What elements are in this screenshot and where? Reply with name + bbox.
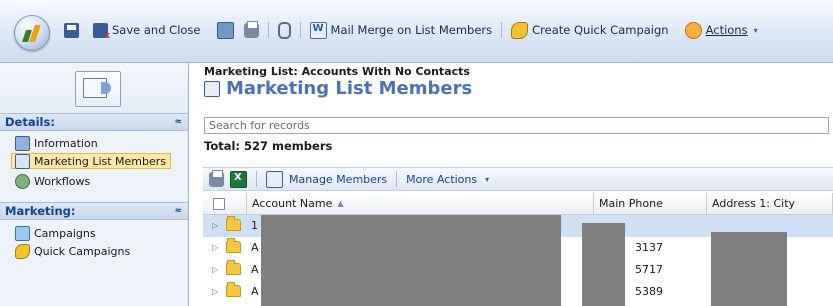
- left-navigation: Details: ≈ Information Marketing List Me…: [0, 113, 189, 306]
- nav-item-label: Information: [34, 136, 98, 150]
- nav-item-information[interactable]: Information: [12, 135, 101, 151]
- expand-row-icon[interactable]: ▷: [212, 243, 218, 252]
- redaction-block: [711, 232, 787, 306]
- grid-toolbar: Manage Members More Actions ▾: [203, 167, 833, 191]
- main-phone-cell: 3137: [635, 241, 663, 254]
- toolbar-separator: [267, 22, 269, 38]
- more-actions-button[interactable]: More Actions: [406, 173, 477, 186]
- main-content: Marketing List: Accounts With No Contact…: [189, 63, 833, 306]
- ribbon-toolbar: Save and Close Mail Merge on List Member…: [0, 0, 833, 63]
- actions-icon: [684, 21, 702, 39]
- column-header-label: Account Name: [252, 197, 333, 210]
- main-phone-cell: 5389: [635, 285, 663, 298]
- folder-icon: [226, 216, 241, 231]
- nav-item-label: Campaigns: [34, 226, 96, 240]
- collapse-icon[interactable]: ≈: [174, 117, 182, 127]
- folder-icon: [226, 238, 241, 253]
- toolbar-separator: [501, 22, 503, 38]
- grid-header: Account Name ▲ Main Phone Address 1: Cit…: [203, 193, 833, 215]
- column-header-city[interactable]: Address 1: City: [706, 193, 833, 214]
- toolbar-separator: [299, 22, 301, 38]
- toolbar-separator: [396, 171, 398, 187]
- mail-merge-icon: [309, 21, 327, 39]
- quick-campaigns-icon: [15, 243, 30, 259]
- column-header-main-phone[interactable]: Main Phone: [593, 193, 706, 214]
- page-title: Marketing List Members: [226, 78, 473, 99]
- account-name-cell: A: [251, 241, 259, 254]
- search-input[interactable]: [204, 117, 829, 134]
- nav-item-campaigns[interactable]: Campaigns: [12, 225, 99, 241]
- nav-item-label: Marketing List Members: [34, 154, 167, 168]
- export-excel-icon[interactable]: [230, 170, 247, 188]
- nav-section-details[interactable]: Details: ≈: [0, 113, 188, 131]
- save-icon[interactable]: [64, 22, 79, 38]
- folder-icon: [226, 260, 241, 275]
- nav-section-marketing[interactable]: Marketing: ≈: [0, 202, 188, 220]
- sort-ascending-icon: ▲: [337, 199, 344, 208]
- redaction-block: [582, 223, 625, 306]
- record-count: Total: 527 members: [204, 139, 333, 153]
- entity-image-panel: [0, 63, 189, 113]
- nav-section-details-label: Details:: [5, 115, 55, 129]
- collapse-icon[interactable]: ≈: [174, 206, 182, 216]
- record-subtitle: Marketing List: Accounts With No Contact…: [204, 65, 470, 78]
- save-and-close-icon: [93, 22, 110, 41]
- list-members-icon: [15, 153, 30, 169]
- main-phone-cell: 5717: [635, 263, 663, 276]
- duplicate-icon[interactable]: [216, 21, 234, 39]
- crm-logo-orb[interactable]: [14, 15, 50, 51]
- save-and-close-button[interactable]: Save and Close: [112, 23, 201, 37]
- create-quick-campaign-button[interactable]: Create Quick Campaign: [532, 23, 668, 37]
- quick-campaign-icon: [511, 21, 529, 39]
- print-icon[interactable]: [243, 20, 259, 38]
- select-all-cell: [203, 193, 246, 214]
- column-header-label: Address 1: City: [712, 197, 796, 210]
- information-icon: [15, 135, 30, 151]
- page-title-row: Marketing List Members: [204, 78, 472, 99]
- column-header-label: Main Phone: [599, 197, 663, 210]
- list-members-icon: [204, 80, 220, 97]
- nav-item-workflows[interactable]: Workflows: [12, 173, 93, 189]
- marketing-list-entity-icon: [75, 71, 121, 107]
- actions-menu-button[interactable]: Actions: [706, 23, 748, 37]
- folder-icon: [226, 282, 241, 297]
- expand-row-icon[interactable]: ▷: [212, 265, 218, 274]
- select-all-checkbox[interactable]: [213, 197, 225, 210]
- nav-item-marketing-list-members[interactable]: Marketing List Members: [11, 153, 171, 169]
- campaigns-icon: [15, 225, 30, 241]
- manage-members-button[interactable]: Manage Members: [289, 173, 387, 186]
- column-header-account-name[interactable]: Account Name ▲: [246, 193, 593, 214]
- account-name-cell: A: [251, 285, 259, 298]
- chevron-down-icon[interactable]: ▾: [485, 175, 489, 184]
- manage-members-icon: [266, 170, 283, 188]
- redaction-block: [261, 215, 561, 306]
- toolbar-separator: [256, 171, 257, 187]
- attach-paperclip-icon[interactable]: [277, 21, 291, 39]
- print-icon[interactable]: [209, 169, 224, 187]
- nav-section-marketing-label: Marketing:: [5, 204, 76, 218]
- mail-merge-button[interactable]: Mail Merge on List Members: [331, 23, 493, 37]
- account-name-cell: 1: [251, 219, 258, 232]
- account-name-cell: A: [251, 263, 259, 276]
- workflows-icon: [15, 173, 30, 189]
- ribbon-command-row: Save and Close Mail Merge on List Member…: [64, 20, 758, 41]
- chevron-down-icon[interactable]: ▾: [754, 26, 758, 35]
- nav-item-label: Quick Campaigns: [34, 244, 131, 258]
- nav-item-label: Workflows: [34, 174, 91, 188]
- nav-item-quick-campaigns[interactable]: Quick Campaigns: [12, 243, 133, 259]
- expand-row-icon[interactable]: ▷: [212, 287, 218, 296]
- expand-row-icon[interactable]: ▷: [212, 221, 218, 230]
